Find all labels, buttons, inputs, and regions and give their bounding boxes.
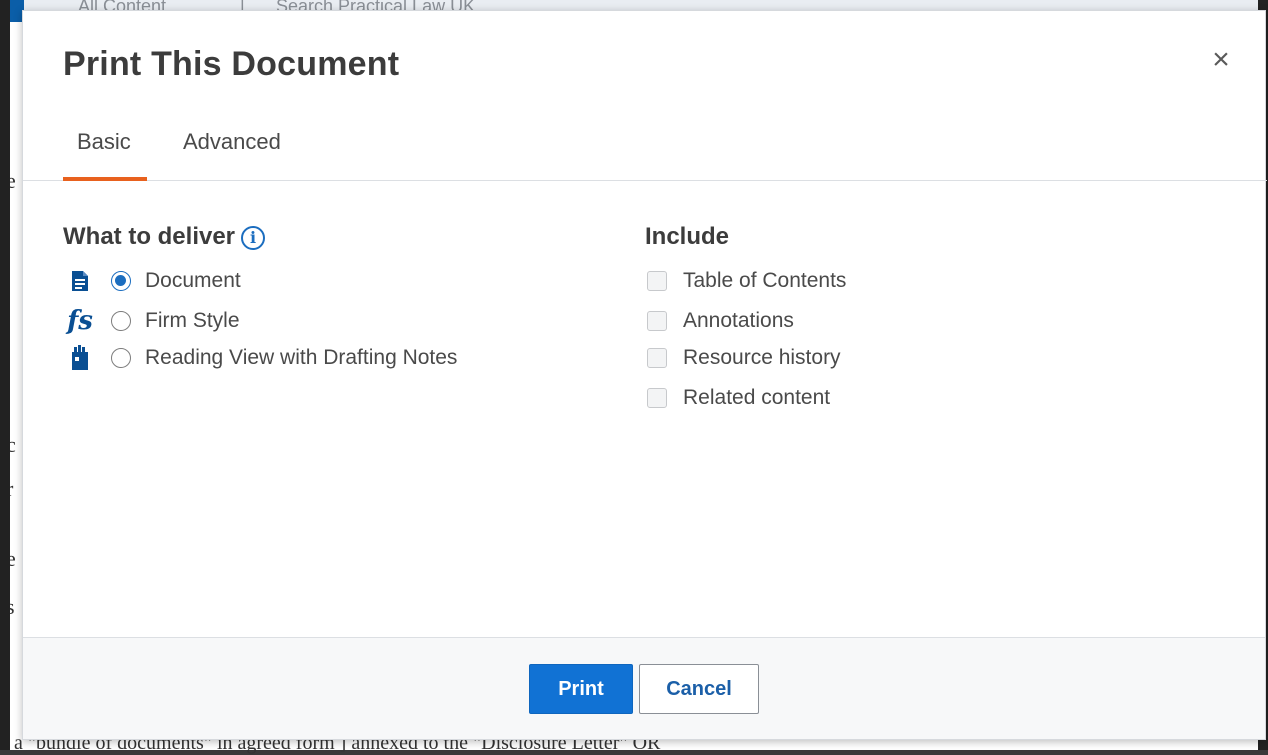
info-icon[interactable]: i	[241, 225, 266, 250]
table-of-contents-label: Table of Contents	[683, 269, 847, 292]
deliver-option-drafting-notes: Reading View with Drafting Notes	[65, 343, 457, 373]
firm-style-option-label: Firm Style	[145, 309, 240, 332]
deliver-option-document: Document	[65, 266, 241, 296]
close-button[interactable]: ×	[1207, 45, 1235, 75]
firm-style-icon: fs	[65, 306, 95, 336]
what-to-deliver-label: What to deliver	[63, 223, 236, 250]
include-option-related-content: Related content	[647, 383, 830, 413]
tab-basic-label: Basic	[77, 129, 131, 154]
document-icon	[65, 267, 95, 295]
drafting-notes-option-label: Reading View with Drafting Notes	[145, 346, 458, 369]
tab-advanced-label: Advanced	[183, 129, 281, 154]
deliver-option-firm-style: fs Firm Style	[65, 306, 240, 336]
firm-style-icon-text: fs	[67, 306, 93, 336]
include-option-annotations: Annotations	[647, 306, 794, 336]
annotations-checkbox[interactable]	[647, 311, 667, 331]
table-of-contents-checkbox[interactable]	[647, 271, 667, 291]
window-frame-left	[0, 0, 10, 750]
tab-basic[interactable]: Basic	[63, 119, 147, 181]
include-option-table-of-contents: Table of Contents	[647, 266, 846, 296]
cancel-button[interactable]: Cancel	[639, 664, 759, 714]
tab-advanced[interactable]: Advanced	[183, 119, 303, 181]
tab-bar: Basic Advanced	[23, 119, 1267, 181]
drafting-notes-radio[interactable]	[111, 348, 131, 368]
print-button[interactable]: Print	[529, 664, 633, 714]
dialog-footer: Print Cancel	[23, 637, 1265, 739]
include-heading: Include	[645, 223, 730, 250]
related-content-label: Related content	[683, 386, 831, 409]
document-radio[interactable]	[111, 271, 131, 291]
close-icon: ×	[1212, 43, 1230, 76]
firm-style-radio[interactable]	[111, 311, 131, 331]
resource-history-checkbox[interactable]	[647, 348, 667, 368]
related-content-checkbox[interactable]	[647, 388, 667, 408]
document-option-label: Document	[145, 269, 241, 292]
include-option-resource-history: Resource history	[647, 343, 841, 373]
annotations-label: Annotations	[683, 309, 794, 332]
what-to-deliver-heading: What to deliver i	[63, 223, 266, 251]
resource-history-label: Resource history	[683, 346, 841, 369]
drafting-notes-icon	[65, 344, 95, 372]
print-dialog: Print This Document × Basic Advanced Wha…	[22, 10, 1267, 740]
dialog-title: Print This Document	[63, 45, 400, 83]
